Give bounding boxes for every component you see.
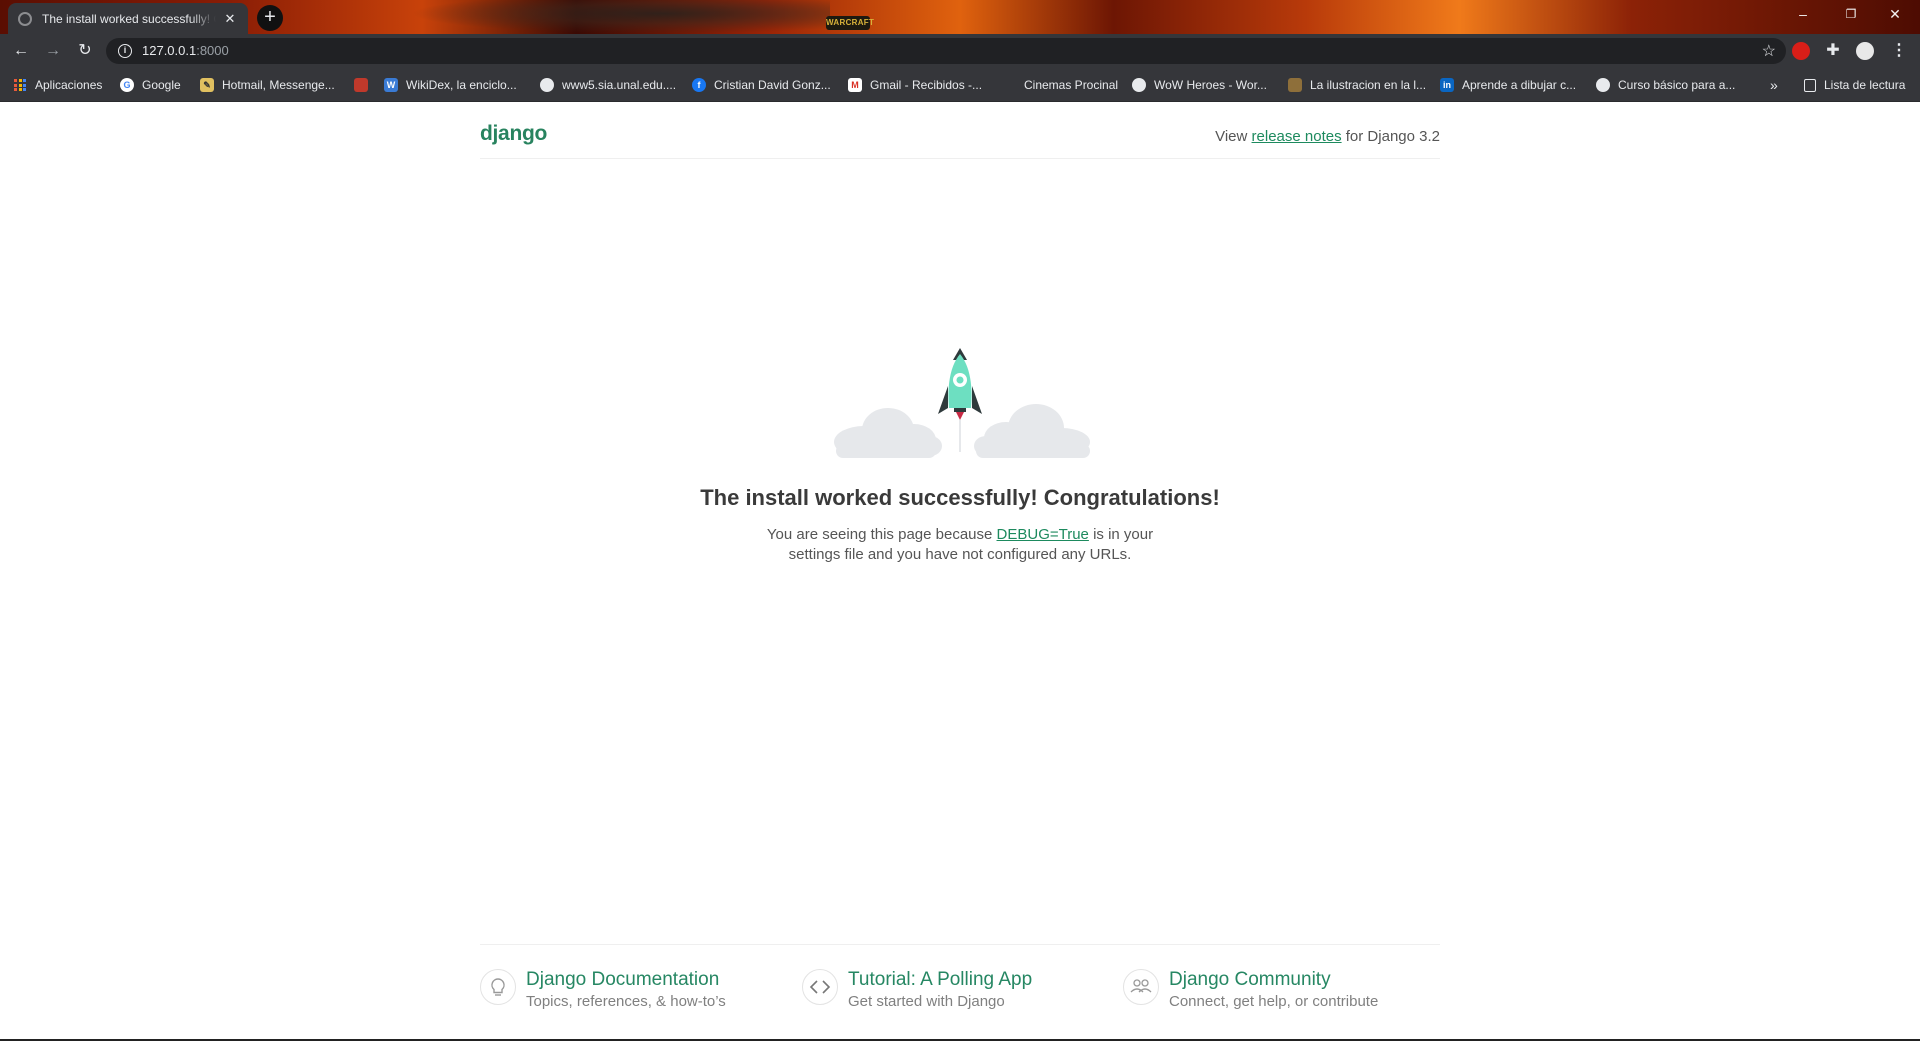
apps-grid-icon	[14, 79, 26, 91]
card-desc: Get started with Django	[848, 993, 1005, 1010]
bookmark-gmail[interactable]: M Gmail - Recibidos -...	[848, 76, 982, 94]
google-icon: G	[120, 78, 134, 92]
bookmark-red[interactable]	[354, 76, 368, 94]
debug-explanation: You are seeing this page because DEBUG=T…	[766, 526, 1154, 563]
reading-list-button[interactable]: Lista de lectura	[1804, 76, 1905, 94]
globe-icon	[540, 78, 554, 92]
bookmark-procinal[interactable]: Cinemas Procinal	[1024, 76, 1118, 94]
globe-icon	[1132, 78, 1146, 92]
gmail-icon: M	[848, 78, 862, 92]
django-logo[interactable]: django	[480, 122, 547, 146]
django-footer: Django Documentation Topics, references,…	[480, 944, 1440, 1024]
globe-icon	[1596, 78, 1610, 92]
bookmark-ilustracion[interactable]: La ilustracion en la l...	[1288, 76, 1426, 94]
new-tab-button[interactable]: +	[257, 5, 283, 31]
release-notes-text: View release notes for Django 3.2	[1215, 128, 1440, 145]
forward-button[interactable]: →	[42, 40, 64, 62]
red-bookmark-icon	[354, 78, 368, 92]
debug-true-link[interactable]: DEBUG=True	[997, 526, 1089, 543]
rocket-illustration	[826, 334, 1094, 458]
card-title[interactable]: Tutorial: A Polling App	[848, 969, 1032, 991]
extensions-puzzle-icon[interactable]: ✚	[1824, 42, 1842, 60]
url-text[interactable]: 127.0.0.1:8000	[142, 43, 229, 58]
bookmark-icon	[1288, 78, 1302, 92]
card-desc: Connect, get help, or contribute	[1169, 993, 1379, 1010]
browser-toolbar: ← → ↻ i 127.0.0.1:8000 ☆ ✚ ⋮	[0, 34, 1920, 68]
bookmark-linkedin[interactable]: in Aprende a dibujar c...	[1440, 76, 1576, 94]
reload-button[interactable]: ↻	[74, 40, 96, 62]
card-title[interactable]: Django Community	[1169, 969, 1331, 991]
minimize-button[interactable]: –	[1780, 0, 1826, 30]
close-window-button[interactable]: ✕	[1872, 0, 1918, 30]
success-title: The install worked successfully! Congrat…	[700, 485, 1220, 510]
bookmark-sia[interactable]: www5.sia.unal.edu....	[540, 76, 676, 94]
bookmarks-bar: Aplicaciones G Google ✎ Hotmail, Messeng…	[0, 68, 1920, 102]
page-content: django View release notes for Django 3.2	[0, 102, 1920, 1041]
browser-titlebar: WARCRAFT The install worked successfully…	[0, 0, 1920, 34]
close-icon[interactable]: ✕	[222, 11, 238, 27]
extension-red-icon[interactable]	[1792, 42, 1810, 60]
browser-tab-active[interactable]: The install worked successfully! Congrat…	[8, 3, 248, 34]
card-documentation[interactable]: Django Documentation Topics, references,…	[480, 969, 780, 1019]
release-notes-link[interactable]: release notes	[1252, 128, 1342, 145]
lightbulb-icon	[480, 969, 516, 1005]
bookmark-aplicaciones[interactable]: Aplicaciones	[14, 76, 102, 94]
more-bookmarks-button[interactable]: »	[1770, 76, 1778, 94]
tab-title: The install worked successfully! Congrat…	[42, 11, 216, 26]
code-icon	[802, 969, 838, 1005]
bookmark-wikidex[interactable]: W WikiDex, la enciclo...	[384, 76, 517, 94]
bookmark-curso[interactable]: Curso básico para a...	[1596, 76, 1735, 94]
django-header: django View release notes for Django 3.2	[480, 102, 1440, 159]
reading-list-icon	[1804, 78, 1816, 92]
back-button[interactable]: ←	[10, 40, 32, 62]
globe-icon	[18, 11, 32, 26]
hotmail-icon: ✎	[200, 78, 214, 92]
address-bar[interactable]: i 127.0.0.1:8000 ☆	[106, 38, 1786, 64]
bookmark-wow-heroes[interactable]: WoW Heroes - Wor...	[1132, 76, 1267, 94]
bookmark-star-icon[interactable]: ☆	[1762, 41, 1776, 61]
linkedin-icon: in	[1440, 78, 1454, 92]
bookmark-hotmail[interactable]: ✎ Hotmail, Messenge...	[200, 76, 335, 94]
card-tutorial[interactable]: Tutorial: A Polling App Get started with…	[802, 969, 1102, 1019]
facebook-icon: f	[692, 78, 706, 92]
kebab-menu-icon[interactable]: ⋮	[1890, 42, 1908, 60]
profile-avatar[interactable]	[1856, 42, 1874, 60]
bookmark-facebook[interactable]: f Cristian David Gonz...	[692, 76, 831, 94]
bookmark-google[interactable]: G Google	[120, 76, 181, 94]
restore-button[interactable]: ❐	[1828, 0, 1874, 30]
wikidex-icon: W	[384, 78, 398, 92]
info-icon[interactable]: i	[118, 44, 132, 58]
card-community[interactable]: Django Community Connect, get help, or c…	[1123, 969, 1440, 1019]
people-icon	[1123, 969, 1159, 1005]
card-title[interactable]: Django Documentation	[526, 969, 719, 991]
warcraft-logo: WARCRAFT	[826, 16, 874, 30]
card-desc: Topics, references, & how-to’s	[526, 993, 726, 1010]
